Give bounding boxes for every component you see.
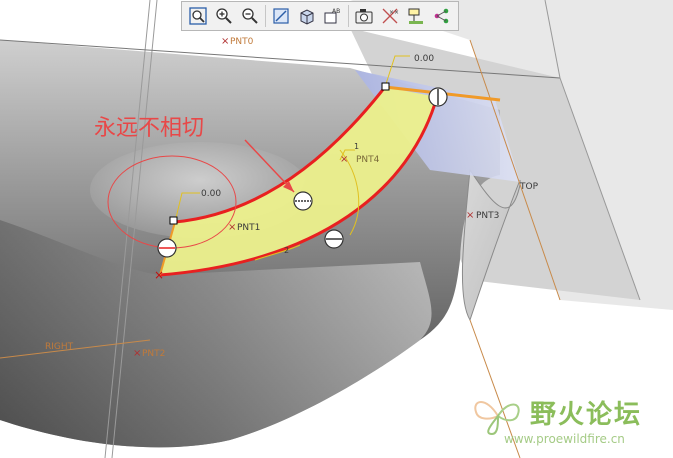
saved-views-button[interactable]: AB xyxy=(321,4,345,28)
datum-label-right: RIGHT xyxy=(45,342,74,352)
zoom-fit-icon xyxy=(189,7,207,25)
datum-point-pnt2[interactable]: × xyxy=(133,348,141,359)
datum-display-button[interactable]: ×× xyxy=(378,4,402,28)
annotation-display-button[interactable] xyxy=(404,4,428,28)
shaded-cube-icon xyxy=(300,9,314,25)
drag-handle-left[interactable] xyxy=(169,216,178,225)
datum-label-pnt0: PNT0 xyxy=(230,37,254,47)
toolbar-separator xyxy=(265,5,266,27)
datum-point-end[interactable]: × xyxy=(154,268,164,282)
tangent-handle-4[interactable] xyxy=(157,238,177,258)
spin-center-button[interactable] xyxy=(430,4,454,28)
spin-center-icon xyxy=(434,8,449,24)
dimension-value-two[interactable]: 2 xyxy=(284,246,289,255)
toolbar-separator xyxy=(348,5,349,27)
dimension-value-one[interactable]: 1 xyxy=(354,142,359,151)
tangent-handle-1[interactable] xyxy=(428,87,448,107)
graphics-viewport[interactable]: × × × × × × PNT0 PNT4 PNT3 PNT1 PNT2 TOP… xyxy=(0,0,673,458)
datum-label-pnt2: PNT2 xyxy=(142,349,165,359)
datum-label-pnt3: PNT3 xyxy=(476,211,499,221)
datum-label-top: TOP xyxy=(519,182,539,192)
svg-text:×: × xyxy=(466,210,474,221)
zoom-out-icon xyxy=(242,8,258,24)
datum-display-icon: ×× xyxy=(382,8,399,24)
zoom-in-button[interactable] xyxy=(212,4,236,28)
svg-text:×: × xyxy=(221,36,229,47)
dimension-value-lower[interactable]: 0.00 xyxy=(201,189,221,199)
svg-text:××: ×× xyxy=(389,9,399,16)
svg-text:×: × xyxy=(228,222,236,233)
forum-watermark: 野火论坛 www.proewildfire.cn xyxy=(462,390,668,452)
datum-point-pnt1[interactable]: × xyxy=(228,222,236,233)
screenshot-button[interactable] xyxy=(352,4,376,28)
dimension-value-upper[interactable]: 0.00 xyxy=(414,54,434,64)
drag-handle-top[interactable] xyxy=(381,82,390,91)
repaint-icon xyxy=(273,8,289,24)
watermark-url: www.proewildfire.cn xyxy=(504,432,625,446)
svg-text:AB: AB xyxy=(332,8,340,15)
datum-point-pnt3[interactable]: × xyxy=(466,210,474,221)
zoom-fit-button[interactable] xyxy=(186,4,210,28)
watermark-title: 野火论坛 xyxy=(530,400,643,430)
datum-point-pnt0[interactable]: × xyxy=(221,36,229,47)
repaint-button[interactable] xyxy=(269,4,293,28)
svg-text:×: × xyxy=(340,154,348,165)
shading-style-button[interactable] xyxy=(295,4,319,28)
datum-label-pnt4: PNT4 xyxy=(356,155,380,165)
camera-icon xyxy=(355,9,373,24)
zoom-out-button[interactable] xyxy=(238,4,262,28)
annotation-label: 永远不相切 xyxy=(94,116,205,141)
svg-text:×: × xyxy=(133,348,141,359)
annotation-icon xyxy=(408,8,423,24)
saved-views-icon: AB xyxy=(324,8,340,24)
tangent-handle-3[interactable] xyxy=(324,229,344,249)
datum-point-pnt4[interactable]: × xyxy=(340,154,348,165)
zoom-in-icon xyxy=(216,8,232,24)
view-toolbar: AB ×× xyxy=(181,1,459,31)
tangent-handle-2[interactable] xyxy=(293,191,313,211)
datum-label-pnt1: PNT1 xyxy=(237,223,260,233)
svg-text:×: × xyxy=(154,268,164,282)
